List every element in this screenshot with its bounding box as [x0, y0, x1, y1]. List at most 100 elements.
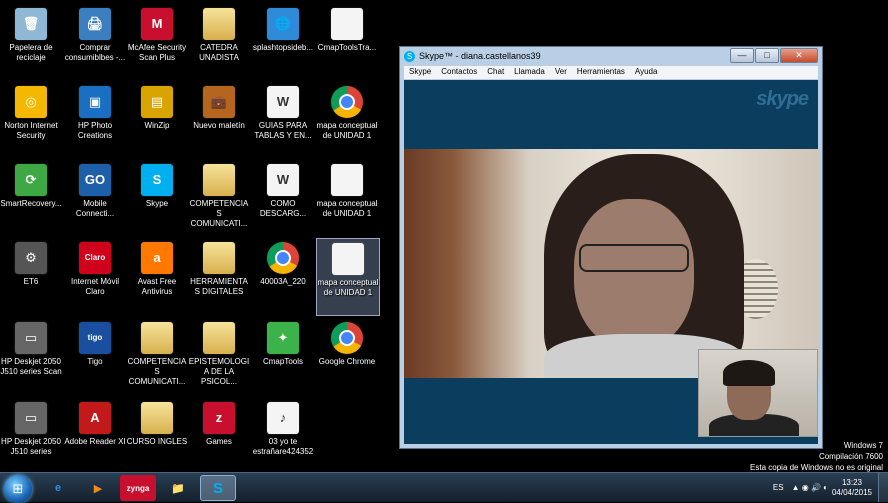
desktop-icon[interactable]: 💼 Nuevo maletín	[188, 82, 250, 158]
taskbar: ⊞ e ▶ zynga 📁 S ES ▲ ◉ 🔊 ◐ 13:23 04/04/2…	[0, 472, 888, 503]
menu-llamada[interactable]: Llamada	[509, 66, 550, 79]
system-tray: ES ▲ ◉ 🔊 ◐ 13:23 04/04/2015	[769, 473, 888, 502]
close-button[interactable]: ✕	[780, 48, 818, 63]
app-icon	[331, 86, 363, 118]
desktop-icon[interactable]: ▣ HP Photo Creations	[64, 82, 126, 158]
start-button[interactable]: ⊞	[4, 475, 32, 503]
windows-watermark: Windows 7 Compilación 7600 Esta copia de…	[750, 441, 883, 472]
desktop-icon-label: McAfee Security Scan Plus	[127, 43, 187, 62]
desktop-icon-label: mapa conceptual de UNIDAD 1	[317, 278, 379, 297]
desktop-icon[interactable]: EPISTEMOLOGIA DE LA PSICOL...	[188, 318, 250, 394]
menu-ayuda[interactable]: Ayuda	[630, 66, 663, 79]
app-icon: ▣	[79, 86, 111, 118]
app-icon: a	[141, 242, 173, 274]
app-icon: Claro	[79, 242, 111, 274]
app-icon: 💼	[203, 86, 235, 118]
minimize-button[interactable]: —	[730, 48, 754, 63]
app-icon: tigo	[79, 322, 111, 354]
desktop-icon-label: SmartRecovery...	[0, 199, 62, 208]
app-icon	[203, 8, 235, 40]
desktop-icon[interactable]: mapa conceptual de UNIDAD 1	[316, 238, 380, 316]
desktop-icon[interactable]: M McAfee Security Scan Plus	[126, 4, 188, 80]
menu-contactos[interactable]: Contactos	[436, 66, 482, 79]
skype-call-area: skype	[404, 80, 820, 444]
desktop-icon[interactable]: ▭ HP Deskjet 2050 J510 series	[0, 398, 62, 474]
desktop-icon-label: Nuevo maletín	[193, 121, 245, 130]
self-view-video[interactable]	[698, 349, 818, 437]
desktop-icon[interactable]: ▭ HP Deskjet 2050 J510 series Scan	[0, 318, 62, 394]
desktop-icon[interactable]: ◎ Norton Internet Security	[0, 82, 62, 158]
desktop-icon-label: HP Photo Creations	[77, 121, 113, 140]
app-icon: W	[267, 164, 299, 196]
menu-herramientas[interactable]: Herramientas	[572, 66, 630, 79]
taskbar-zynga-icon[interactable]: zynga	[120, 475, 156, 501]
desktop-icon[interactable]: COMPETENCIAS COMUNICATI...	[126, 318, 188, 394]
skype-window-title: Skype™ - diana.castellanos39	[419, 51, 541, 61]
show-desktop-button[interactable]	[878, 473, 888, 502]
desktop-icon-label: CmapTools	[262, 357, 303, 366]
skype-menubar: Skype Contactos Chat Llamada Ver Herrami…	[404, 66, 818, 79]
desktop-icon[interactable]: CATEDRA UNADISTA	[188, 4, 250, 80]
desktop-icon-label: Skype	[145, 199, 169, 208]
tray-icons[interactable]: ▲ ◉ 🔊 ◐	[792, 483, 828, 492]
desktop-icon[interactable]: ✦ CmapTools	[252, 318, 314, 394]
desktop-icon[interactable]: 🗑 Papelera de reciclaje	[0, 4, 62, 80]
desktop-icon[interactable]: 40003A_220	[252, 238, 314, 314]
clock-time: 13:23	[841, 477, 862, 487]
desktop-icon[interactable]: tigo Tigo	[64, 318, 126, 394]
maximize-button[interactable]: □	[755, 48, 779, 63]
desktop-icon-label: COMPETENCIAS COMUNICATI...	[189, 199, 249, 228]
desktop: 🗑 Papelera de reciclaje 🖨 Comprar consumibl…	[0, 0, 888, 472]
taskbar-ie-icon[interactable]: e	[40, 475, 76, 501]
clock[interactable]: 13:23 04/04/2015	[832, 478, 872, 498]
taskbar-skype-icon[interactable]: S	[200, 475, 236, 501]
desktop-icon[interactable]: CURSO INGLES	[126, 398, 188, 474]
taskbar-explorer-icon[interactable]: 📁	[160, 475, 196, 501]
app-icon	[203, 242, 235, 274]
language-indicator[interactable]: ES	[773, 483, 784, 492]
desktop-icon[interactable]: Google Chrome	[316, 318, 378, 394]
app-icon	[141, 402, 173, 434]
skype-titlebar[interactable]: S Skype™ - diana.castellanos39 — □ ✕	[400, 47, 822, 65]
desktop-icon[interactable]: ♪ 03 yo te estrañare424352	[252, 398, 314, 474]
app-icon: ⟳	[15, 164, 47, 196]
desktop-icon-label: Games	[206, 437, 232, 446]
desktop-icon[interactable]: a Avast Free Antivirus	[126, 238, 188, 314]
desktop-icon[interactable]: z Games	[188, 398, 250, 474]
desktop-icon-label: CATEDRA UNADISTA	[199, 43, 239, 62]
desktop-icon[interactable]: mapa conceptual de UNIDAD 1	[316, 82, 378, 158]
desktop-icon[interactable]: S Skype	[126, 160, 188, 236]
desktop-icon-label: ET6	[23, 277, 39, 286]
desktop-icon[interactable]: 🖨 Comprar consumiblbes -...	[64, 4, 126, 80]
desktop-icon[interactable]: Claro Internet Móvil Claro	[64, 238, 126, 314]
app-icon: ⚙	[15, 242, 47, 274]
desktop-icon-label: HP Deskjet 2050 J510 series	[1, 437, 61, 456]
desktop-icon-label: WinZip	[144, 121, 170, 130]
desktop-icon-label: Comprar consumiblbes -...	[64, 43, 126, 62]
desktop-icon-label: HP Deskjet 2050 J510 series Scan	[0, 357, 62, 376]
desktop-icon[interactable]: W COMO DESCARG...	[252, 160, 314, 236]
desktop-icon[interactable]: 🌐 splashtopsideb...	[252, 4, 314, 80]
menu-chat[interactable]: Chat	[482, 66, 509, 79]
skype-window[interactable]: S Skype™ - diana.castellanos39 — □ ✕ Sky…	[399, 46, 823, 449]
app-icon	[331, 322, 363, 354]
taskbar-media-player-icon[interactable]: ▶	[80, 475, 116, 501]
menu-ver[interactable]: Ver	[550, 66, 572, 79]
desktop-icon-label: 40003A_220	[260, 277, 306, 286]
desktop-icon[interactable]: GO Mobile Connecti...	[64, 160, 126, 236]
desktop-icon[interactable]: A Adobe Reader XI	[64, 398, 126, 474]
app-icon: ▭	[15, 322, 47, 354]
app-icon: 🌐	[267, 8, 299, 40]
desktop-icon[interactable]: HERRAMIENTAS DIGITALES	[188, 238, 250, 314]
desktop-icon[interactable]: CmapToolsTra...	[316, 4, 378, 80]
desktop-icon[interactable]: COMPETENCIAS COMUNICATI...	[188, 160, 250, 236]
menu-skype[interactable]: Skype	[404, 66, 436, 79]
app-icon	[332, 243, 364, 275]
app-icon: ▭	[15, 402, 47, 434]
desktop-icon[interactable]: ⟳ SmartRecovery...	[0, 160, 62, 236]
app-icon: S	[141, 164, 173, 196]
desktop-icon[interactable]: ⚙ ET6	[0, 238, 62, 314]
desktop-icon[interactable]: W GUIAS PARA TABLAS Y EN...	[252, 82, 314, 158]
desktop-icon[interactable]: mapa conceptual de UNIDAD 1	[316, 160, 378, 236]
desktop-icon[interactable]: ▤ WinZip	[126, 82, 188, 158]
